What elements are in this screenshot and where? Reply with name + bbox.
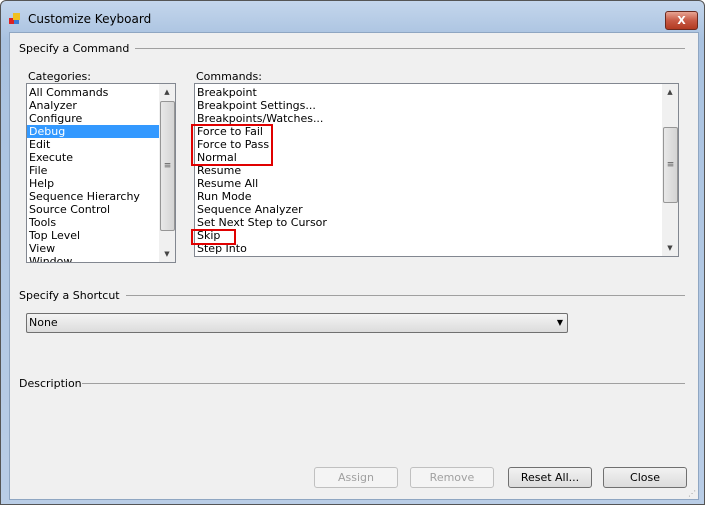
- highlight-box-skip: [191, 229, 236, 245]
- divider: [135, 48, 685, 49]
- close-window-button[interactable]: X: [665, 11, 698, 30]
- command-item[interactable]: Breakpoint: [195, 86, 678, 99]
- command-group-label: Specify a Command: [19, 42, 130, 55]
- command-item[interactable]: Set Next Step to Cursor: [195, 216, 678, 229]
- scroll-up-icon[interactable]: ▲: [662, 84, 678, 100]
- categories-label: Categories:: [28, 70, 91, 83]
- command-item[interactable]: Resume All: [195, 177, 678, 190]
- command-item[interactable]: Breakpoint Settings...: [195, 99, 678, 112]
- dialog-client: Specify a Command Categories: Commands: …: [9, 32, 699, 500]
- scroll-up-icon[interactable]: ▲: [159, 84, 175, 100]
- categories-scrollbar[interactable]: ▲ ≡ ▼: [159, 84, 175, 262]
- assign-button[interactable]: Assign: [314, 467, 398, 488]
- category-item[interactable]: Help: [27, 177, 175, 190]
- description-group-label: Description: [19, 377, 82, 390]
- app-icon: [9, 13, 20, 24]
- category-item[interactable]: Debug: [27, 125, 175, 138]
- chevron-down-icon: ▼: [556, 318, 563, 327]
- command-item[interactable]: Skip: [195, 229, 678, 242]
- commands-scrollbar[interactable]: ▲ ≡ ▼: [662, 84, 678, 256]
- resize-grip-icon[interactable]: ⋰: [688, 489, 696, 498]
- commands-label: Commands:: [196, 70, 262, 83]
- category-item[interactable]: All Commands: [27, 86, 175, 99]
- close-button[interactable]: Close: [603, 467, 687, 488]
- category-item[interactable]: View: [27, 242, 175, 255]
- shortcut-value: None: [29, 316, 58, 329]
- commands-list[interactable]: Breakpoint Breakpoint Settings... Breakpoi…: [194, 83, 679, 257]
- divider: [82, 383, 685, 384]
- window-title: Customize Keyboard: [28, 12, 152, 26]
- category-item[interactable]: Tools: [27, 216, 175, 229]
- category-item[interactable]: File: [27, 164, 175, 177]
- scroll-thumb[interactable]: ≡: [663, 127, 678, 203]
- command-item[interactable]: Run Mode: [195, 190, 678, 203]
- category-item[interactable]: Sequence Hierarchy: [27, 190, 175, 203]
- divider: [126, 295, 685, 296]
- scroll-thumb[interactable]: ≡: [160, 101, 175, 231]
- category-item[interactable]: Execute: [27, 151, 175, 164]
- category-item[interactable]: Top Level: [27, 229, 175, 242]
- shortcut-group-label: Specify a Shortcut: [19, 289, 120, 302]
- category-item[interactable]: Edit: [27, 138, 175, 151]
- category-item[interactable]: Source Control: [27, 203, 175, 216]
- command-item[interactable]: Sequence Analyzer: [195, 203, 678, 216]
- category-item[interactable]: Analyzer: [27, 99, 175, 112]
- shortcut-dropdown[interactable]: None ▼: [26, 313, 568, 333]
- scroll-down-icon[interactable]: ▼: [159, 246, 175, 262]
- highlight-box-force-normal: [191, 124, 273, 166]
- scroll-down-icon[interactable]: ▼: [662, 240, 678, 256]
- close-icon: X: [677, 14, 686, 27]
- category-item[interactable]: Window: [27, 255, 175, 262]
- reset-all-button[interactable]: Reset All...: [508, 467, 592, 488]
- categories-list[interactable]: All Commands Analyzer Configure Debug Edit Ex…: [26, 83, 176, 263]
- remove-button[interactable]: Remove: [410, 467, 494, 488]
- command-item[interactable]: Step Into: [195, 242, 678, 255]
- dialog-window: Customize Keyboard X Specify a Command C…: [0, 0, 705, 505]
- category-item[interactable]: Configure: [27, 112, 175, 125]
